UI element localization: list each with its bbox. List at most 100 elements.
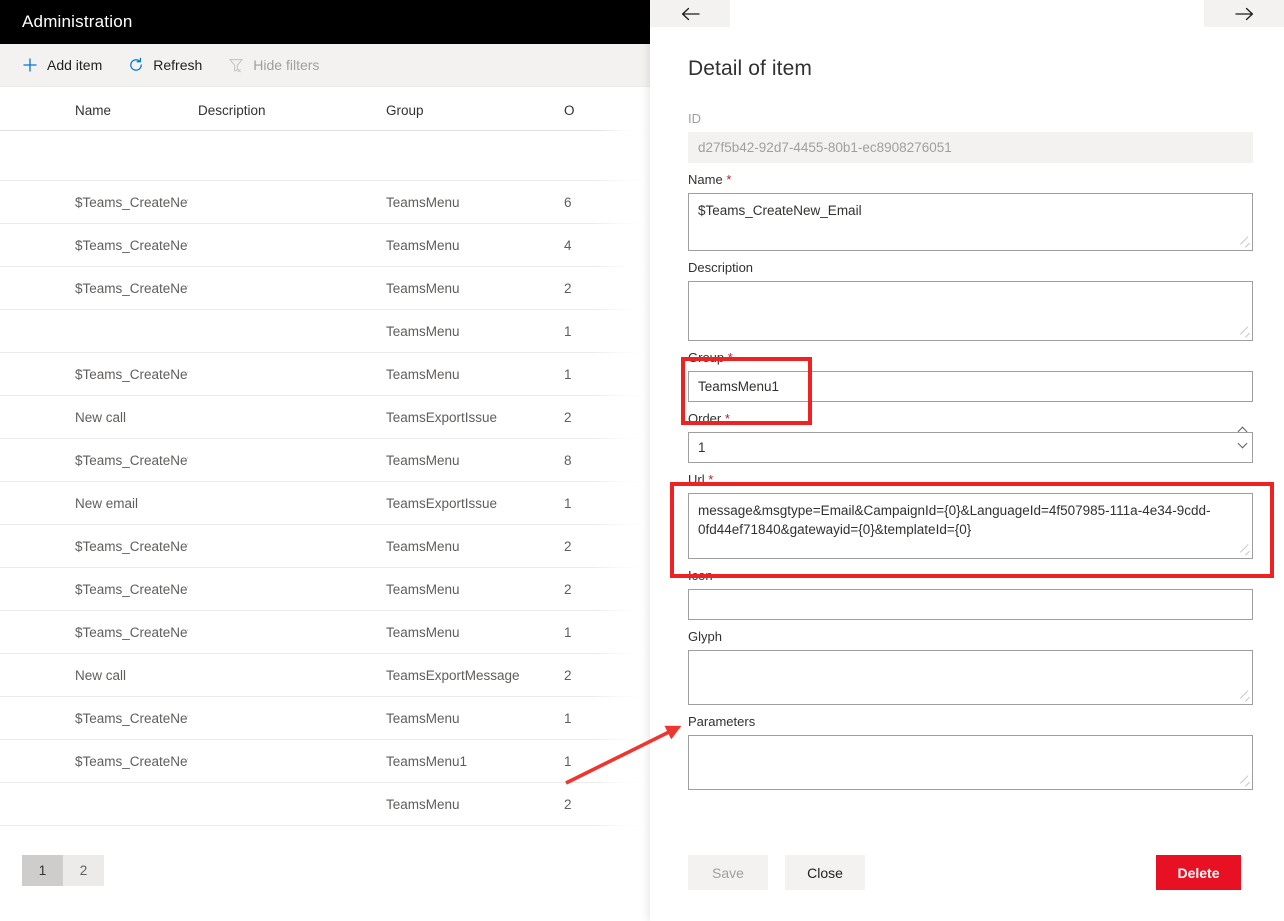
table-row[interactable]: $Teams_CreateNew_Note TeamsMenu1 [0,352,650,396]
icon-input[interactable] [688,589,1253,620]
cell-group: TeamsMenu [376,266,554,310]
required-marker: * [724,411,730,426]
table-row[interactable]: New call TeamsExportIssue 2 [0,395,650,439]
cell-order [554,130,650,181]
url-textarea[interactable] [688,493,1253,559]
table-row[interactable]: TeamsMenu 1 [0,309,650,353]
cell-order: 2 [554,653,650,697]
table-row[interactable]: $Teams_CreateNew_Outboun... TeamsMenu2 [0,567,650,611]
table-row[interactable]: $Teams_CreateNew_KbArticle TeamsMenu2 [0,524,650,568]
cell-description [188,223,376,267]
table-row[interactable]: $Teams_CreateNew_Fax TeamsMenu8 [0,438,650,482]
cell-description [188,266,376,310]
cell-description [188,696,376,740]
delete-button[interactable]: Delete [1156,855,1241,890]
table-row[interactable]: New email TeamsExportIssue 1 [0,481,650,525]
field-label-order: Order * [688,411,1253,427]
panel-nav-bar [650,0,1284,27]
id-input [688,132,1253,163]
cell-description [188,739,376,783]
description-textarea[interactable] [688,281,1253,341]
cell-name: $Teams_CreateNew_Fax [0,438,188,482]
table-filter-row[interactable] [0,130,650,181]
order-stepper[interactable] [1237,425,1248,449]
hide-filters-button[interactable]: Hide filters [228,44,319,86]
name-textarea[interactable] [688,193,1253,251]
save-button[interactable]: Save [688,855,768,890]
cell-description [188,180,376,224]
table-row[interactable]: $Teams_CreateNew_ClientAlert TeamsMenu2 [0,266,650,310]
parameters-textarea[interactable] [688,735,1253,790]
field-name: Name * [688,172,1253,251]
cell-group: TeamsExportIssue [376,481,554,525]
required-marker: * [727,350,733,365]
items-grid: Name Description Group O $Teams_CreateNe… [0,87,650,883]
cell-group [376,130,554,181]
cell-order: 6 [554,180,650,224]
refresh-button[interactable]: Refresh [128,44,202,86]
next-item-button[interactable] [1204,0,1284,27]
cell-description [188,309,376,353]
cell-name: $Teams_CreateNew_Sms [0,180,188,224]
cell-order: 2 [554,395,650,439]
field-label-icon: Icon [688,568,713,583]
table-row[interactable]: $Teams_CreateNew_Issue TeamsMenu1 [0,610,650,654]
chevron-down-icon[interactable] [1237,438,1248,448]
cell-order: 1 [554,352,650,396]
cell-order: 1 [554,739,650,783]
previous-item-button[interactable] [650,0,730,27]
hide-filters-label: Hide filters [253,57,320,73]
field-label-url-text: Url [688,472,705,487]
cell-group: TeamsMenu1 [376,739,554,783]
command-bar: Add item Refresh Hide filters [0,44,650,87]
refresh-label: Refresh [153,57,203,73]
order-input[interactable] [688,432,1253,463]
refresh-icon [128,57,144,73]
chevron-up-icon[interactable] [1237,426,1248,436]
arrow-right-icon [1234,7,1254,21]
arrow-left-icon [681,7,700,21]
field-parameters: Parameters [688,714,1253,790]
cell-name: $Teams_CreateNew_Note [0,352,188,396]
table-header-row: Name Description Group O [0,87,650,131]
add-item-button[interactable]: Add item [22,44,102,86]
cell-name: New email [0,481,188,525]
field-label-description: Description [688,260,754,275]
cell-description [188,352,376,396]
field-label-order-text: Order [688,411,722,426]
cell-order: 1 [554,481,650,525]
table-row[interactable]: $Teams_CreateNew_Sms TeamsMenu6 [0,180,650,224]
cell-order: 8 [554,438,650,482]
column-header-description[interactable]: Description [188,87,376,131]
cell-group: TeamsMenu [376,180,554,224]
field-description: Description [688,260,1253,341]
cell-name: $Teams_CreateNew_Issue [0,610,188,654]
group-input[interactable] [688,371,1253,402]
cell-group: TeamsMenu [376,223,554,267]
field-url: Url * [688,472,1253,559]
add-item-label: Add item [47,57,103,73]
page-button-2[interactable]: 2 [63,855,104,886]
glyph-textarea[interactable] [688,650,1253,705]
table-row[interactable]: TeamsMenu 2 [0,782,650,826]
table-row[interactable]: New call TeamsExportMessage 2 [0,653,650,697]
table-row[interactable]: $Teams_CreateNew_Task TeamsMenu1 [0,696,650,740]
column-header-order[interactable]: O [554,87,650,131]
field-label-glyph: Glyph [688,629,722,644]
page-button-1[interactable]: 1 [22,855,63,886]
cell-description [188,438,376,482]
field-label-name-text: Name [688,172,723,187]
required-marker: * [708,472,714,487]
column-header-name[interactable]: Name [0,87,188,131]
column-header-group[interactable]: Group [376,87,554,131]
close-button[interactable]: Close [785,855,865,890]
cell-group: TeamsExportIssue [376,395,554,439]
table-row[interactable]: $Teams_CreateNew_Email TeamsMenu4 [0,223,650,267]
table-row[interactable]: $Teams_CreateNew_Email TeamsMenu11 [0,739,650,783]
filter-off-icon [228,57,244,73]
cell-group: TeamsMenu [376,782,554,826]
cell-description [188,395,376,439]
field-label-group: Group * [688,350,1253,366]
cell-name: $Teams_CreateNew_Task [0,696,188,740]
screen: Administration Add item Refresh Hide fil… [0,0,1284,921]
